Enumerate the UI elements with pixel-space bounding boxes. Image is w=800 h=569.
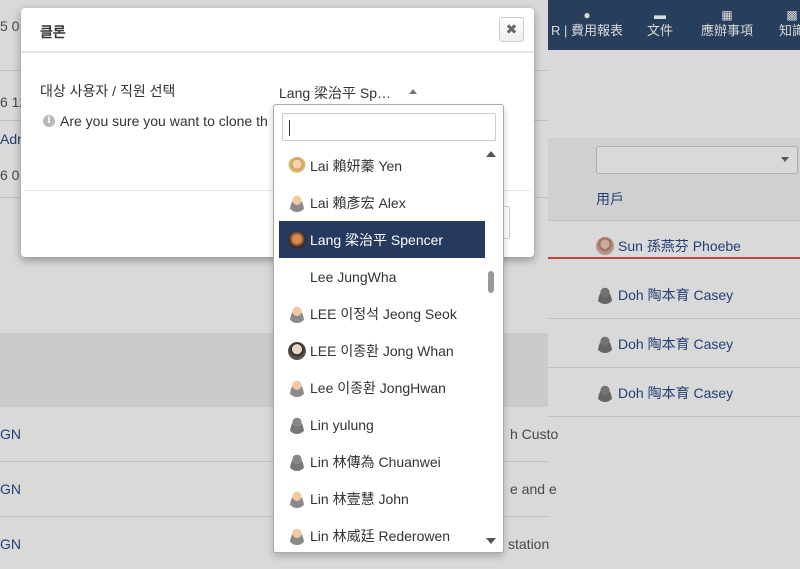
option-label: Lin 林傳為 Chuanwei: [310, 453, 441, 470]
avatar: [596, 286, 614, 304]
avatar: [288, 452, 306, 471]
dropdown-options: Lai 賴妍蓁 Yen Lai 賴彥宏 Alex Lang 梁治平 Spencer L…: [279, 147, 485, 552]
target-user-label: 대상 사용자 / 직원 선택: [40, 83, 176, 99]
target-user-select[interactable]: Lang 梁治平 Sp…: [279, 83, 391, 103]
text-cursor: [289, 120, 290, 136]
avatar: [596, 384, 614, 402]
dropdown-option[interactable]: Lin 林威廷 Rederowen: [279, 517, 485, 552]
users-column-header: 用戶: [596, 191, 624, 207]
nav-todo[interactable]: ▦ 應辦事項: [696, 0, 758, 50]
scroll-up-arrow[interactable]: [486, 151, 496, 157]
table-row[interactable]: GN: [0, 481, 21, 497]
option-label: LEE 이종환 Jong Whan: [310, 342, 454, 359]
nav-knowledge[interactable]: ▩ 知識: [772, 0, 800, 50]
dropdown-option[interactable]: Lai 賴彥宏 Alex: [279, 184, 485, 221]
row-divider: [548, 220, 800, 221]
nav-expense-report[interactable]: ● R | 費用報表: [548, 0, 626, 50]
option-label: Lang 梁治平 Spencer: [310, 231, 444, 248]
avatar: [596, 335, 614, 353]
avatar: [288, 156, 306, 175]
dropdown-search-input[interactable]: [282, 113, 496, 141]
dropdown-option[interactable]: Lee JungWha: [279, 258, 485, 295]
confirm-message: i Are you sure you want to clone th: [43, 113, 275, 129]
book-icon: ▩: [786, 8, 798, 22]
dropdown-option[interactable]: Lee 이종환 JongHwan: [279, 369, 485, 406]
table-row[interactable]: GN: [0, 426, 21, 442]
row-text: 5 0: [0, 18, 20, 34]
folder-icon: ▬: [654, 8, 666, 22]
option-label: Lee JungWha: [310, 268, 397, 285]
row-divider: [548, 318, 800, 319]
table-row: e and e: [510, 481, 557, 497]
dialog-title: 클론: [40, 24, 66, 40]
top-navigation: ● R | 費用報表 ▬ 文件 ▦ 應辦事項 ▩ 知識: [548, 0, 800, 50]
footer-button[interactable]: [504, 206, 510, 239]
avatar: [288, 378, 306, 397]
avatar: [288, 489, 306, 508]
avatar: [288, 230, 306, 249]
dropdown-option[interactable]: Lin 林傳為 Chuanwei: [279, 443, 485, 480]
user-link[interactable]: Sun 孫燕芬 Phoebe: [596, 236, 741, 256]
option-label: Lin 林威廷 Rederowen: [310, 527, 451, 544]
avatar: [288, 193, 306, 212]
calendar-icon: ▦: [721, 8, 733, 22]
user-link[interactable]: Doh 陶本育 Casey: [596, 383, 733, 403]
dropdown-option[interactable]: Lang 梁治平 Spencer: [279, 221, 485, 258]
option-label: Lin 林壹慧 John: [310, 490, 409, 507]
users-filter-select[interactable]: [596, 146, 798, 174]
close-button[interactable]: ✖: [499, 17, 524, 42]
table-row: station: [508, 536, 550, 552]
avatar: [288, 526, 306, 545]
avatar: [288, 341, 306, 360]
row-divider: [548, 367, 800, 368]
nav-documents[interactable]: ▬ 文件: [640, 0, 680, 50]
dropdown-option[interactable]: LEE 이정석 Jeong Seok: [279, 295, 485, 332]
scroll-down-arrow[interactable]: [486, 538, 496, 544]
user-select-dropdown: Lai 賴妍蓁 Yen Lai 賴彥宏 Alex Lang 梁治平 Spencer L…: [273, 104, 504, 553]
chevron-down-icon: [781, 157, 789, 162]
avatar: [288, 304, 306, 323]
user-icon: ●: [583, 8, 591, 22]
option-label: Lin yulung: [310, 416, 374, 433]
red-highlight-line: [548, 257, 800, 259]
avatar: [288, 415, 306, 434]
row-divider: [548, 416, 800, 417]
dropdown-option[interactable]: LEE 이종환 Jong Whan: [279, 332, 485, 369]
dropdown-option[interactable]: Lin 林壹慧 John: [279, 480, 485, 517]
dropdown-option[interactable]: Lai 賴妍蓁 Yen: [279, 147, 485, 184]
option-label: Lai 賴彥宏 Alex: [310, 194, 406, 211]
user-link[interactable]: Doh 陶本育 Casey: [596, 285, 733, 305]
scrollbar-thumb[interactable]: [488, 271, 494, 293]
user-link[interactable]: Doh 陶本育 Casey: [596, 334, 733, 354]
option-label: Lee 이종환 JongHwan: [310, 379, 446, 396]
avatar: [596, 237, 614, 255]
table-row[interactable]: GN: [0, 536, 21, 552]
info-icon: i: [43, 115, 55, 127]
chevron-up-icon[interactable]: [409, 89, 417, 94]
dialog-header: 클론 ✖: [21, 8, 534, 53]
dropdown-option[interactable]: Lin yulung: [279, 406, 485, 443]
table-row: h Custo: [510, 426, 559, 442]
option-label: LEE 이정석 Jeong Seok: [310, 305, 457, 322]
option-label: Lai 賴妍蓁 Yen: [310, 157, 403, 174]
row-text: 6 0: [0, 167, 20, 183]
